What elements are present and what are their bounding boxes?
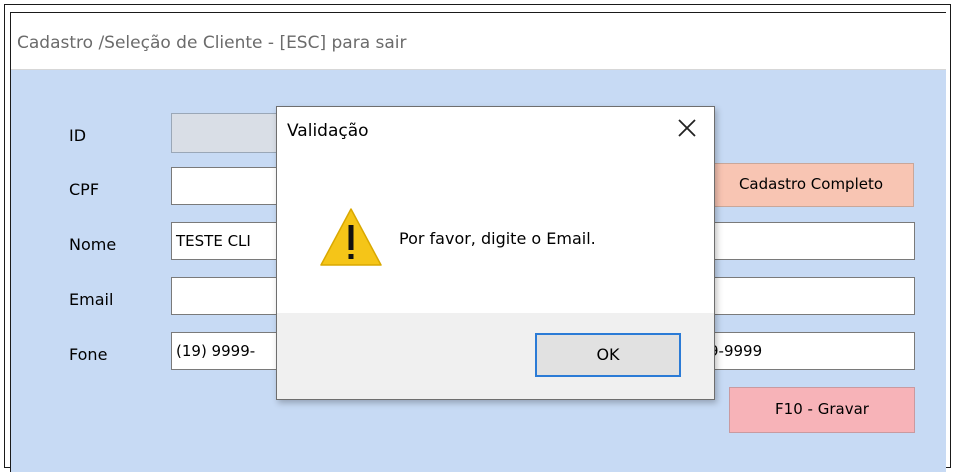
close-icon[interactable] [674,115,700,141]
dialog-message: Por favor, digite o Email. [399,229,596,248]
email-field[interactable] [171,277,281,315]
nome-field-right[interactable] [708,222,915,260]
cpf-field[interactable] [171,167,281,205]
ok-button[interactable]: OK [535,333,681,377]
window-title: Cadastro /Seleção de Cliente - [ESC] par… [17,33,407,53]
email-field-right[interactable] [708,277,915,315]
id-field[interactable] [171,113,281,153]
dialog-footer: OK [277,313,714,399]
nome-field[interactable]: TESTE CLI [171,222,281,260]
warning-icon [320,208,382,266]
dialog-title: Validação [287,121,369,141]
cpf-label: CPF [69,180,100,199]
id-label: ID [69,126,87,145]
fone2-field[interactable]: 9-9999 [708,332,915,370]
fone-field[interactable]: (19) 9999- [171,332,281,370]
email-label: Email [69,290,114,309]
window-title-bar: Cadastro /Seleção de Cliente - [ESC] par… [11,13,946,70]
validation-dialog: Validação Por favor, digite o Email. OK [276,106,715,400]
fone-label: Fone [69,345,108,364]
gravar-button[interactable]: F10 - Gravar [729,387,915,433]
nome-label: Nome [69,235,117,254]
cadastro-completo-button[interactable]: Cadastro Completo [708,163,914,207]
